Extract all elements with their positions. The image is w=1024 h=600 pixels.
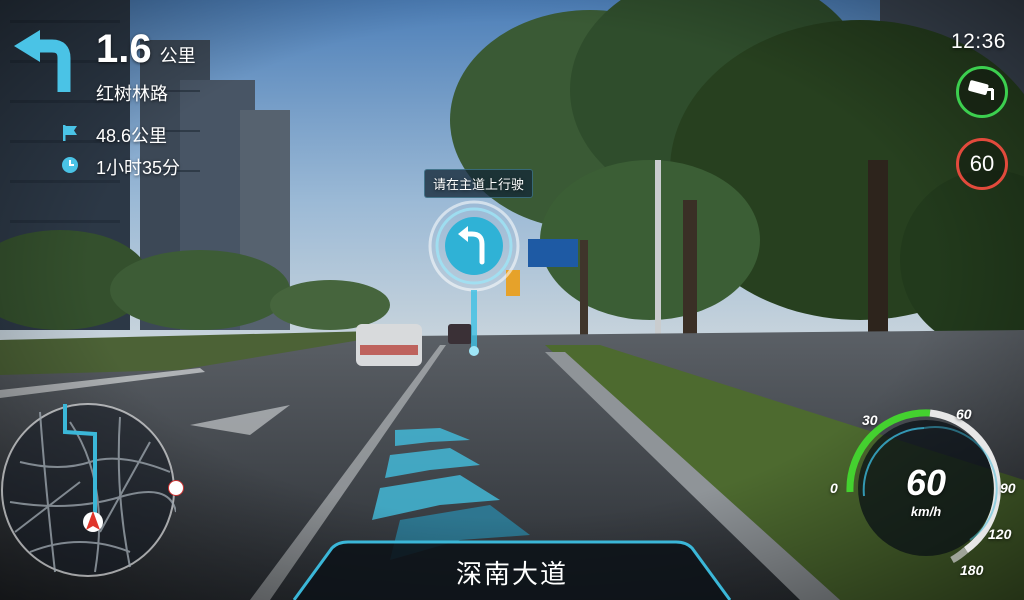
flag-icon	[60, 123, 80, 148]
speed-camera-badge[interactable]	[956, 66, 1008, 118]
clock-icon	[60, 155, 80, 180]
tick-30: 30	[862, 412, 878, 428]
remaining-distance: 48.6公里	[96, 126, 168, 146]
turn-left-icon	[14, 30, 71, 92]
current-speed: 60	[905, 462, 947, 503]
tick-60: 60	[956, 406, 972, 422]
next-street-name: 红树林路	[96, 84, 168, 104]
tick-0: 0	[830, 480, 838, 496]
tick-120: 120	[988, 526, 1012, 542]
ar-turn-marker	[428, 200, 520, 356]
mini-map-graphic	[1, 403, 177, 577]
remaining-distance-row: 48.6公里	[60, 122, 167, 148]
clock-time: 12:36	[950, 30, 1006, 53]
speed-limit-badge[interactable]: 60	[956, 138, 1008, 190]
tick-90: 90	[1000, 480, 1016, 496]
tick-180: 180	[960, 562, 984, 578]
remaining-time: 1小时35分	[96, 158, 181, 178]
mini-map[interactable]	[0, 402, 177, 578]
maneuver-distance: 1.6 公里	[96, 27, 196, 72]
distance-unit: 公里	[159, 46, 196, 66]
lane-hint: 请在主道上行驶	[424, 169, 534, 198]
current-road-name: 深南大道	[455, 559, 568, 589]
speed-unit: km/h	[910, 504, 942, 519]
camera-icon	[967, 79, 997, 106]
remaining-time-row: 1小时35分	[60, 154, 180, 180]
subway-icon	[168, 480, 184, 496]
distance-value: 1.6	[96, 27, 152, 71]
